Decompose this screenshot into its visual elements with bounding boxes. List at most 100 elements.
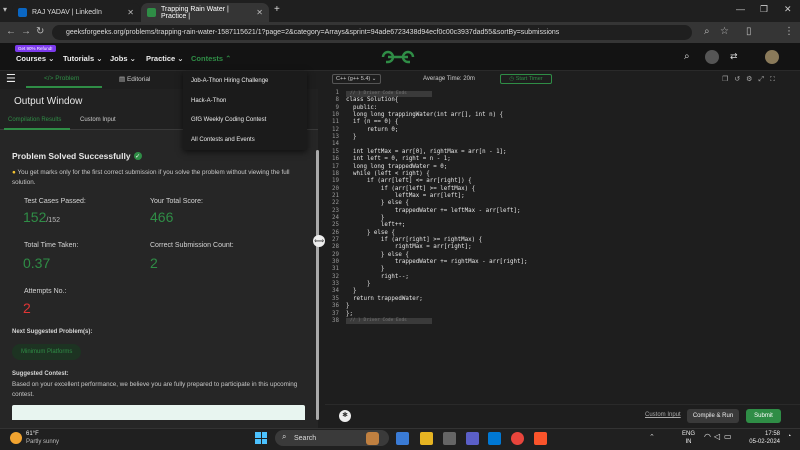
wifi-icon[interactable]: ◠	[704, 432, 711, 441]
close-tab-icon[interactable]: ✕	[127, 8, 134, 17]
code-line[interactable]: int leftMax = arr[0], rightMax = arr[n -…	[346, 149, 507, 155]
tab-custom-input[interactable]: Custom Input	[80, 117, 116, 123]
code-line[interactable]: } else {	[346, 200, 409, 206]
code-line[interactable]: right--;	[346, 274, 409, 280]
submit-button[interactable]: Submit	[746, 409, 781, 423]
tab-gfg[interactable]: Trapping Rain Water | Practice | ✕	[141, 3, 269, 22]
menu-practice[interactable]: Practice ⌄	[146, 54, 184, 63]
code-line[interactable]: leftMax = arr[left];	[346, 193, 465, 199]
translate-icon[interactable]: ⇄	[730, 51, 738, 62]
close-tab-icon[interactable]: ✕	[256, 8, 263, 17]
hamburger-icon[interactable]: ☰	[6, 72, 16, 85]
next-problem-link[interactable]: Minimum Platforms	[12, 344, 82, 360]
volume-icon[interactable]: ◁	[714, 432, 720, 441]
theme-toggle-icon[interactable]	[705, 50, 719, 64]
sidepanel-icon[interactable]: ▯	[746, 26, 752, 37]
panel-splitter-handle[interactable]: ⟺	[313, 235, 325, 247]
tab-search-icon[interactable]: ▾	[3, 5, 7, 14]
windows-start-icon[interactable]	[255, 432, 267, 444]
back-icon[interactable]: ←	[6, 26, 16, 37]
code-line[interactable]: while (left < right) {	[346, 171, 430, 177]
code-line[interactable]: return 0;	[346, 127, 398, 133]
dropdown-item-hack-a-thon[interactable]: Hack-A-Thon	[191, 98, 226, 104]
code-line[interactable]: }	[346, 303, 350, 309]
chrome-icon[interactable]	[511, 432, 524, 445]
dropdown-item-job-a-thon[interactable]: Job-A-Thon Hiring Challenge	[191, 78, 268, 84]
forward-icon[interactable]: →	[21, 26, 31, 37]
output-scrollbar[interactable]	[316, 150, 319, 420]
menu-jobs[interactable]: Jobs ⌄	[110, 54, 136, 63]
notification-icon[interactable]: ◔	[787, 433, 791, 440]
start-timer-button[interactable]: ◷ Start Timer	[500, 74, 552, 84]
custom-input-link[interactable]: Custom Input	[645, 412, 681, 418]
code-line[interactable]: return trappedWater;	[346, 296, 423, 302]
weather-icon[interactable]	[10, 432, 22, 444]
code-line[interactable]: }	[346, 281, 371, 287]
contest-card[interactable]	[12, 405, 305, 420]
code-line[interactable]: }	[346, 266, 385, 272]
code-line[interactable]: };	[346, 311, 353, 317]
code-line[interactable]: left++;	[346, 222, 405, 228]
tab-compilation-results[interactable]: Compilation Results	[8, 117, 61, 123]
code-line[interactable]: }	[346, 134, 357, 140]
new-tab-button[interactable]: +	[274, 4, 280, 15]
widgets-app-icon[interactable]	[366, 432, 379, 445]
code-line[interactable]: if (arr[left] <= arr[right]) {	[346, 178, 472, 184]
vscode-icon[interactable]	[488, 432, 501, 445]
language-select[interactable]: C++ (g++ 5.4) ⌄	[332, 74, 381, 84]
line-number: 17	[332, 163, 339, 170]
expand-icon[interactable]: ⛶	[770, 76, 781, 83]
store-icon[interactable]	[443, 432, 456, 445]
reset-icon[interactable]: ↺	[734, 76, 746, 83]
menu-courses[interactable]: Courses ⌄	[16, 54, 54, 63]
compile-run-button[interactable]: Compile & Run	[687, 409, 739, 423]
code-line[interactable]: class Solution{	[346, 97, 398, 103]
dropdown-item-weekly-contest[interactable]: GfG Weekly Coding Contest	[191, 117, 266, 123]
tab-editorial[interactable]: ▤ Editorial	[119, 75, 150, 83]
code-line[interactable]: if (arr[left] >= leftMax) {	[346, 186, 475, 192]
code-line[interactable]: if (arr[right] >= rightMax) {	[346, 237, 482, 243]
code-line[interactable]: }	[346, 288, 357, 294]
code-line[interactable]: trappedWater += rightMax - arr[right];	[346, 259, 528, 265]
code-line[interactable]: if (n == 0) {	[346, 119, 398, 125]
brave-icon[interactable]	[534, 432, 547, 445]
bulb-hint-icon[interactable]: ✱	[339, 410, 351, 422]
tab-problem[interactable]: </> Problem	[44, 75, 79, 82]
code-line[interactable]: public:	[346, 105, 377, 111]
zoom-icon[interactable]: ⌕	[704, 26, 710, 37]
maximize-icon[interactable]: ❐	[760, 4, 768, 15]
folded-driver-code[interactable]: // } Driver Code Ends	[346, 318, 432, 325]
menu-contests[interactable]: Contests ⌃	[191, 54, 231, 63]
clock[interactable]: 17:58 05-02-2024	[742, 430, 780, 446]
search-icon[interactable]: ⌕	[684, 51, 690, 62]
teams-icon[interactable]	[466, 432, 479, 445]
settings-icon[interactable]: ⚙	[746, 76, 758, 83]
gfg-logo[interactable]	[380, 49, 416, 65]
menu-tutorials[interactable]: Tutorials ⌄	[63, 54, 103, 63]
code-line[interactable]: rightMax = arr[right];	[346, 244, 472, 250]
bookmark-star-icon[interactable]: ☆	[720, 26, 729, 37]
code-line[interactable]: trappedWater += leftMax - arr[left];	[346, 208, 521, 214]
code-line[interactable]: } else {	[346, 230, 395, 236]
dropdown-item-all-contests[interactable]: All Contests and Events	[191, 137, 255, 143]
reload-icon[interactable]: ↻	[36, 26, 44, 37]
copy-icon[interactable]: ❐	[722, 76, 734, 83]
file-explorer-icon[interactable]	[420, 432, 433, 445]
code-line[interactable]: } else {	[346, 252, 409, 258]
fullscreen-icon[interactable]: ⤢	[758, 76, 770, 83]
code-line[interactable]: long long trappingWater(int arr[], int n…	[346, 112, 503, 118]
close-window-icon[interactable]: ✕	[784, 4, 792, 15]
folded-driver-code[interactable]: // } Driver Code Ends	[346, 90, 432, 97]
input-language[interactable]: ENG IN	[682, 430, 695, 446]
url-input[interactable]: geeksforgeeks.org/problems/trapping-rain…	[52, 25, 692, 40]
menu-dots-icon[interactable]: ⋮	[784, 26, 794, 37]
battery-icon[interactable]: ▭	[724, 432, 732, 441]
photos-icon[interactable]	[396, 432, 409, 445]
minimize-icon[interactable]: —	[736, 4, 745, 14]
tab-linkedin[interactable]: RAJ YADAV | LinkedIn ✕	[12, 3, 140, 22]
user-avatar[interactable]	[765, 50, 779, 64]
code-line[interactable]: int left = 0, right = n - 1;	[346, 156, 451, 162]
code-line[interactable]: long long trappedWater = 0;	[346, 164, 447, 170]
code-line[interactable]: }	[346, 215, 385, 221]
tray-chevron-icon[interactable]: ⌃	[649, 433, 655, 441]
